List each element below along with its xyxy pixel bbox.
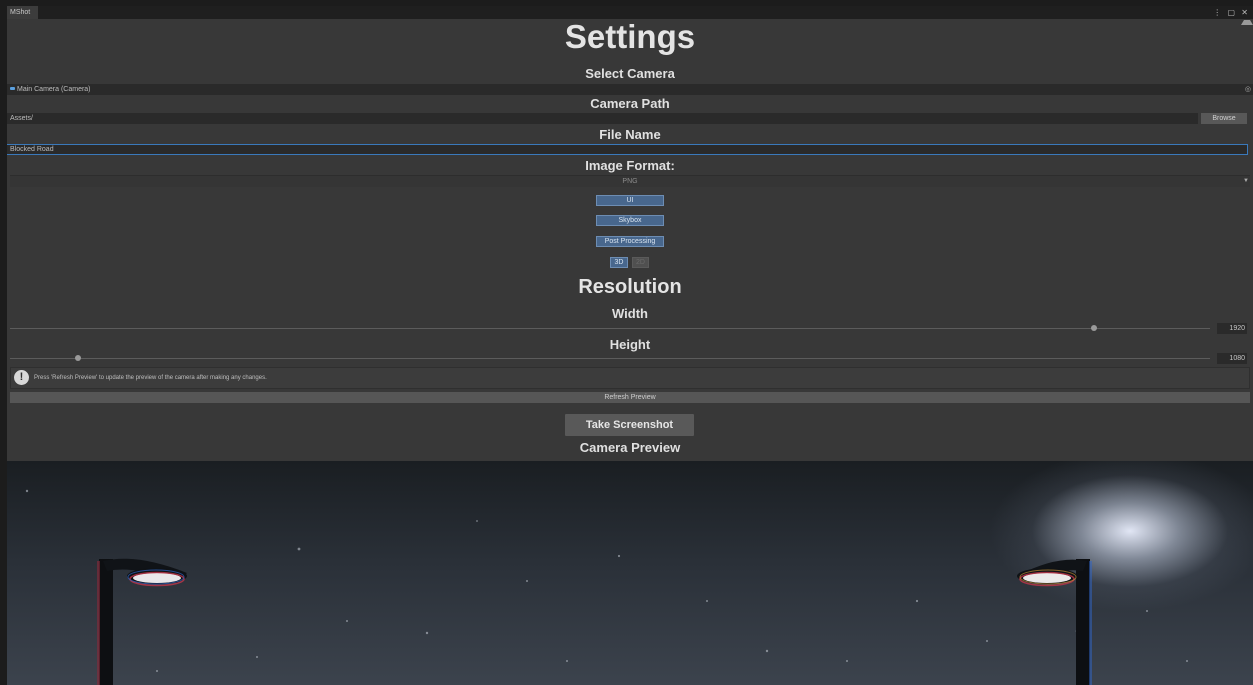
- info-icon: !: [14, 370, 29, 385]
- take-screenshot-button[interactable]: Take Screenshot: [565, 414, 694, 436]
- height-slider[interactable]: [10, 358, 1210, 359]
- ui-toggle-button[interactable]: UI: [596, 195, 664, 206]
- left-lamp-post: [97, 558, 187, 685]
- mshot-window: MShot ⋮ ▢ ✕ Settings Select Camera Main …: [7, 6, 1253, 685]
- camera-path-field[interactable]: Assets/: [7, 113, 1198, 124]
- width-value-field[interactable]: 1920: [1217, 323, 1247, 334]
- camera-preview-label: Camera Preview: [579, 440, 681, 455]
- resolution-title: Resolution: [578, 276, 682, 298]
- mode-2d-button[interactable]: 2D: [632, 257, 649, 268]
- camera-icon: [10, 86, 15, 90]
- settings-title: Settings: [564, 18, 696, 55]
- camera-object-field[interactable]: Main Camera (Camera) ◎: [7, 84, 1253, 95]
- file-name-input[interactable]: Blocked Road: [7, 144, 1248, 155]
- help-box: ! Press 'Refresh Preview' to update the …: [10, 367, 1250, 389]
- preview-scene: [25, 489, 1188, 685]
- skybox-toggle-button[interactable]: Skybox: [596, 215, 664, 226]
- select-camera-label: Select Camera: [585, 66, 675, 81]
- mode-3d-button[interactable]: 3D: [610, 257, 628, 268]
- help-message: Press 'Refresh Preview' to update the pr…: [34, 375, 267, 381]
- camera-preview-image: [7, 461, 1253, 685]
- refresh-preview-button[interactable]: Refresh Preview: [10, 392, 1250, 403]
- width-label: Width: [612, 306, 648, 321]
- height-value-field[interactable]: 1080: [1217, 353, 1247, 364]
- width-slider[interactable]: [10, 328, 1210, 329]
- chevron-down-icon: ▼: [1243, 178, 1249, 184]
- height-label: Height: [609, 337, 651, 352]
- target-icon[interactable]: ◎: [1245, 84, 1251, 95]
- camera-path-label: Camera Path: [590, 96, 670, 111]
- file-name-label: File Name: [599, 127, 661, 142]
- browse-button[interactable]: Browse: [1201, 113, 1247, 124]
- height-slider-handle[interactable]: [75, 355, 81, 361]
- image-format-dropdown[interactable]: PNG ▼: [10, 175, 1250, 187]
- camera-value: Main Camera (Camera): [17, 86, 91, 93]
- post-processing-toggle-button[interactable]: Post Processing: [596, 236, 664, 247]
- right-lamp-post: [1017, 559, 1092, 685]
- width-slider-handle[interactable]: [1091, 325, 1097, 331]
- image-format-value: PNG: [622, 178, 638, 185]
- image-format-label: Image Format:: [585, 158, 675, 173]
